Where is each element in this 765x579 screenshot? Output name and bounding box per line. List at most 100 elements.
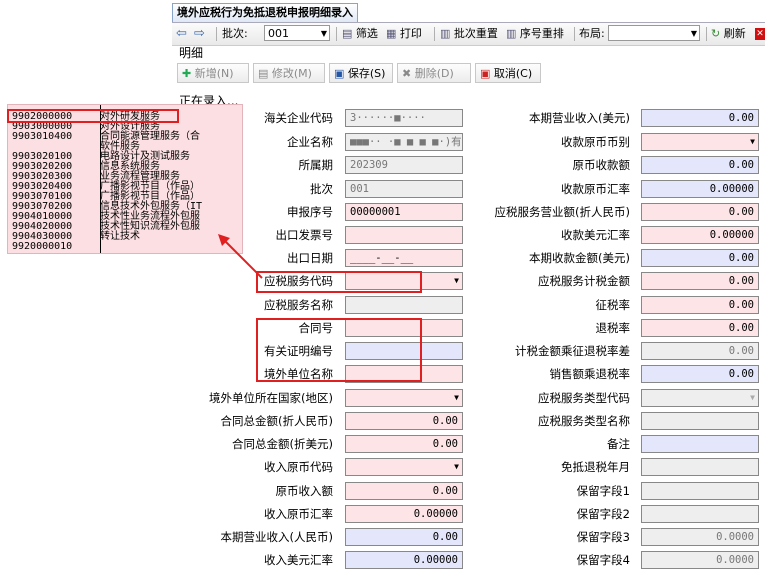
- save-button[interactable]: ▣ 保存(S): [329, 63, 393, 83]
- field-label: 收入原币代码: [264, 460, 333, 474]
- form-input[interactable]: [641, 505, 759, 523]
- form-input[interactable]: 0.00: [641, 296, 759, 314]
- close-icon[interactable]: ✕: [755, 28, 765, 40]
- reset-batch-button[interactable]: ▥ 批次重置: [440, 23, 498, 45]
- batch-select[interactable]: 001 ▼: [264, 25, 330, 41]
- edit-button[interactable]: ▤ 修改(M): [253, 63, 325, 83]
- reset-seq-label: 序号重排: [519, 27, 564, 40]
- forward-arrow-icon[interactable]: ⇨: [194, 23, 205, 45]
- chevron-down-icon: ▼: [320, 29, 327, 38]
- field-label: 收入原币汇率: [264, 507, 333, 521]
- form-input[interactable]: 0.0000: [641, 528, 759, 546]
- form-input[interactable]: 0.00000: [345, 551, 463, 569]
- delete-button[interactable]: ✖ 删除(D): [397, 63, 471, 83]
- form-input[interactable]: ▼: [345, 389, 463, 407]
- window-title-tab[interactable]: 境外应税行为免抵退税申报明细录入: [172, 3, 358, 22]
- field-label: 原币收款额: [572, 158, 631, 172]
- filter-button[interactable]: ▤ 筛选: [342, 23, 378, 45]
- refresh-icon: ↻: [711, 27, 724, 40]
- field-value: 0.00: [432, 531, 458, 543]
- layout-select[interactable]: ▼: [608, 25, 700, 41]
- form-input[interactable]: 0.00: [345, 412, 463, 430]
- chevron-down-icon[interactable]: ▼: [750, 390, 755, 406]
- field-label: 出口日期: [287, 251, 333, 265]
- service-code-popup[interactable]: 9902000000 对外研发服务 9903000000 对外设计服务 99030104…: [7, 104, 243, 254]
- delete-icon: ✖: [402, 67, 415, 80]
- highlight-contract-fields: [256, 318, 422, 382]
- form-input[interactable]: 0.0000: [641, 551, 759, 569]
- form-input[interactable]: 3······■····: [345, 109, 463, 127]
- reset-batch-label: 批次重置: [453, 27, 498, 40]
- field-label: 应税服务营业额(折人民币): [494, 205, 630, 219]
- form-input[interactable]: ▼: [641, 133, 759, 151]
- refresh-label: 刷新: [723, 27, 746, 40]
- form-input[interactable]: 202309: [345, 156, 463, 174]
- field-label: 退税率: [595, 321, 631, 335]
- batch-value: 001: [268, 27, 289, 40]
- field-value: 0.00: [728, 275, 754, 287]
- field-label: 应税服务类型代码: [538, 391, 630, 405]
- form-input[interactable]: 0.00000: [641, 226, 759, 244]
- form-input[interactable]: [345, 296, 463, 314]
- cancel-button[interactable]: ▣ 取消(C): [475, 63, 541, 83]
- toolbar-divider: [574, 27, 575, 41]
- field-value: 0.00: [728, 345, 754, 357]
- form-input[interactable]: ▼: [345, 458, 463, 476]
- field-value: 0.00000: [413, 554, 458, 566]
- field-value: 0.00: [728, 112, 754, 124]
- field-value: 202309: [350, 159, 388, 171]
- field-value: 0.00: [728, 299, 754, 311]
- section-label: 明细: [179, 46, 204, 60]
- form-input[interactable]: [345, 226, 463, 244]
- chevron-down-icon[interactable]: ▼: [750, 134, 755, 150]
- form-input[interactable]: [641, 435, 759, 453]
- print-button[interactable]: ▦ 打印: [386, 23, 422, 45]
- field-value: 0.00000: [413, 508, 458, 520]
- back-arrow-icon[interactable]: ⇦: [176, 23, 187, 45]
- field-label: 保留字段2: [576, 507, 630, 521]
- chevron-down-icon[interactable]: ▼: [454, 390, 459, 406]
- form-input[interactable]: [641, 482, 759, 500]
- field-value: 0.00: [432, 438, 458, 450]
- form-input[interactable]: 0.00: [641, 342, 759, 360]
- plus-icon: ✚: [182, 67, 195, 80]
- refresh-button[interactable]: ↻ 刷新: [711, 23, 746, 45]
- form-input[interactable]: 0.00: [641, 365, 759, 383]
- form-input[interactable]: 0.00: [641, 156, 759, 174]
- form-input[interactable]: ____-__-__: [345, 249, 463, 267]
- form-input[interactable]: 00000001: [345, 203, 463, 221]
- print-label: 打印: [399, 27, 422, 40]
- form-input[interactable]: 0.00: [641, 319, 759, 337]
- field-value: 0.00: [432, 415, 458, 427]
- field-label: 批次: [310, 182, 333, 196]
- reset-seq-button[interactable]: ▥ 序号重排: [506, 23, 564, 45]
- form-input[interactable]: [641, 458, 759, 476]
- form-input[interactable]: 0.00: [345, 482, 463, 500]
- form-input[interactable]: [641, 412, 759, 430]
- field-value: 3······■····: [350, 112, 426, 124]
- popup-item[interactable]: 9920000010: [12, 241, 100, 252]
- form-input[interactable]: 0.00: [641, 109, 759, 127]
- edit-toolbar: ✚ 新增(N) ▤ 修改(M) ▣ 保存(S) ✖ 删除(D) ▣ 取消(C): [177, 61, 765, 85]
- form-input[interactable]: 0.00: [345, 528, 463, 546]
- form-input[interactable]: 0.00: [345, 435, 463, 453]
- form-input[interactable]: ▼: [641, 389, 759, 407]
- add-button[interactable]: ✚ 新增(N): [177, 63, 249, 83]
- save-icon: ▣: [334, 67, 348, 80]
- field-label: 收款原币汇率: [561, 182, 630, 196]
- form-input[interactable]: 0.00: [641, 272, 759, 290]
- popup-item-name: 转让技术: [100, 231, 140, 242]
- field-label: 应税服务名称: [264, 298, 333, 312]
- chevron-down-icon[interactable]: ▼: [454, 273, 459, 289]
- edit-icon: ▤: [258, 67, 272, 80]
- form-input[interactable]: 0.00000: [641, 180, 759, 198]
- filter-icon: ▤: [342, 27, 356, 40]
- form-input[interactable]: 0.00: [641, 249, 759, 267]
- form-input[interactable]: 0.00000: [345, 505, 463, 523]
- chevron-down-icon[interactable]: ▼: [454, 459, 459, 475]
- form-input[interactable]: 001: [345, 180, 463, 198]
- field-value: 0.0000: [716, 531, 754, 543]
- field-label: 企业名称: [287, 135, 333, 149]
- form-input[interactable]: ■■■·· ·■ ■ ■ ■·)有限: [345, 133, 463, 151]
- form-input[interactable]: 0.00: [641, 203, 759, 221]
